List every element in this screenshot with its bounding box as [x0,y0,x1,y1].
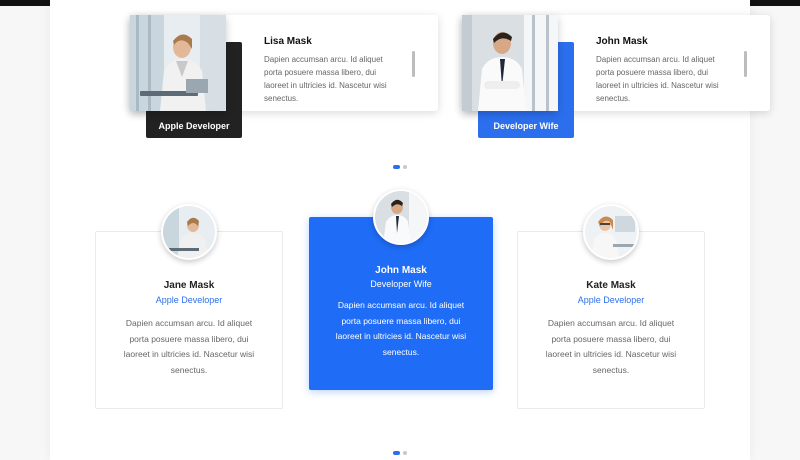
testimonial-scrollbar[interactable] [744,51,747,77]
carousel-dots-bottom [393,451,407,455]
carousel-dot-active[interactable] [393,451,400,455]
team-card-role: Apple Developer [155,295,223,305]
team-card-role: Developer Wife [370,279,432,289]
avatar-kate [583,204,639,260]
testimonial-scrollbar[interactable] [412,51,415,77]
testimonial-text: Dapien accumsan arcu. Id aliquet porta p… [264,55,387,103]
team-card-name: Jane Mask [163,280,215,291]
browser-edge-left [0,0,50,6]
avatar-john [373,189,429,245]
avatar-jane [161,204,217,260]
browser-edge-right [750,0,800,6]
carousel-dots-top [393,165,407,169]
team-card-role: Apple Developer [577,295,645,305]
testimonial-name: John Mask [596,36,648,47]
page-canvas: Lisa Mask Dapien accumsan arcu. Id aliqu… [50,0,770,460]
carousel-dot[interactable] [403,165,407,169]
team-card-name: Kate Mask [586,280,636,291]
team-card-text: Dapien accumsan arcu. Id aliquet porta p… [335,300,467,357]
team-card-text: Dapien accumsan arcu. Id aliquet porta p… [545,318,677,375]
photo-woman-at-laptop [130,15,226,111]
team-card-text: Dapien accumsan arcu. Id aliquet porta p… [123,318,255,375]
photo-man-at-window [462,15,558,111]
team-card-name: John Mask [375,265,427,276]
testimonial-name: Lisa Mask [264,36,312,47]
carousel-dot[interactable] [403,451,407,455]
testimonial-text: Dapien accumsan arcu. Id aliquet porta p… [596,55,719,103]
carousel-dot-active[interactable] [393,165,400,169]
